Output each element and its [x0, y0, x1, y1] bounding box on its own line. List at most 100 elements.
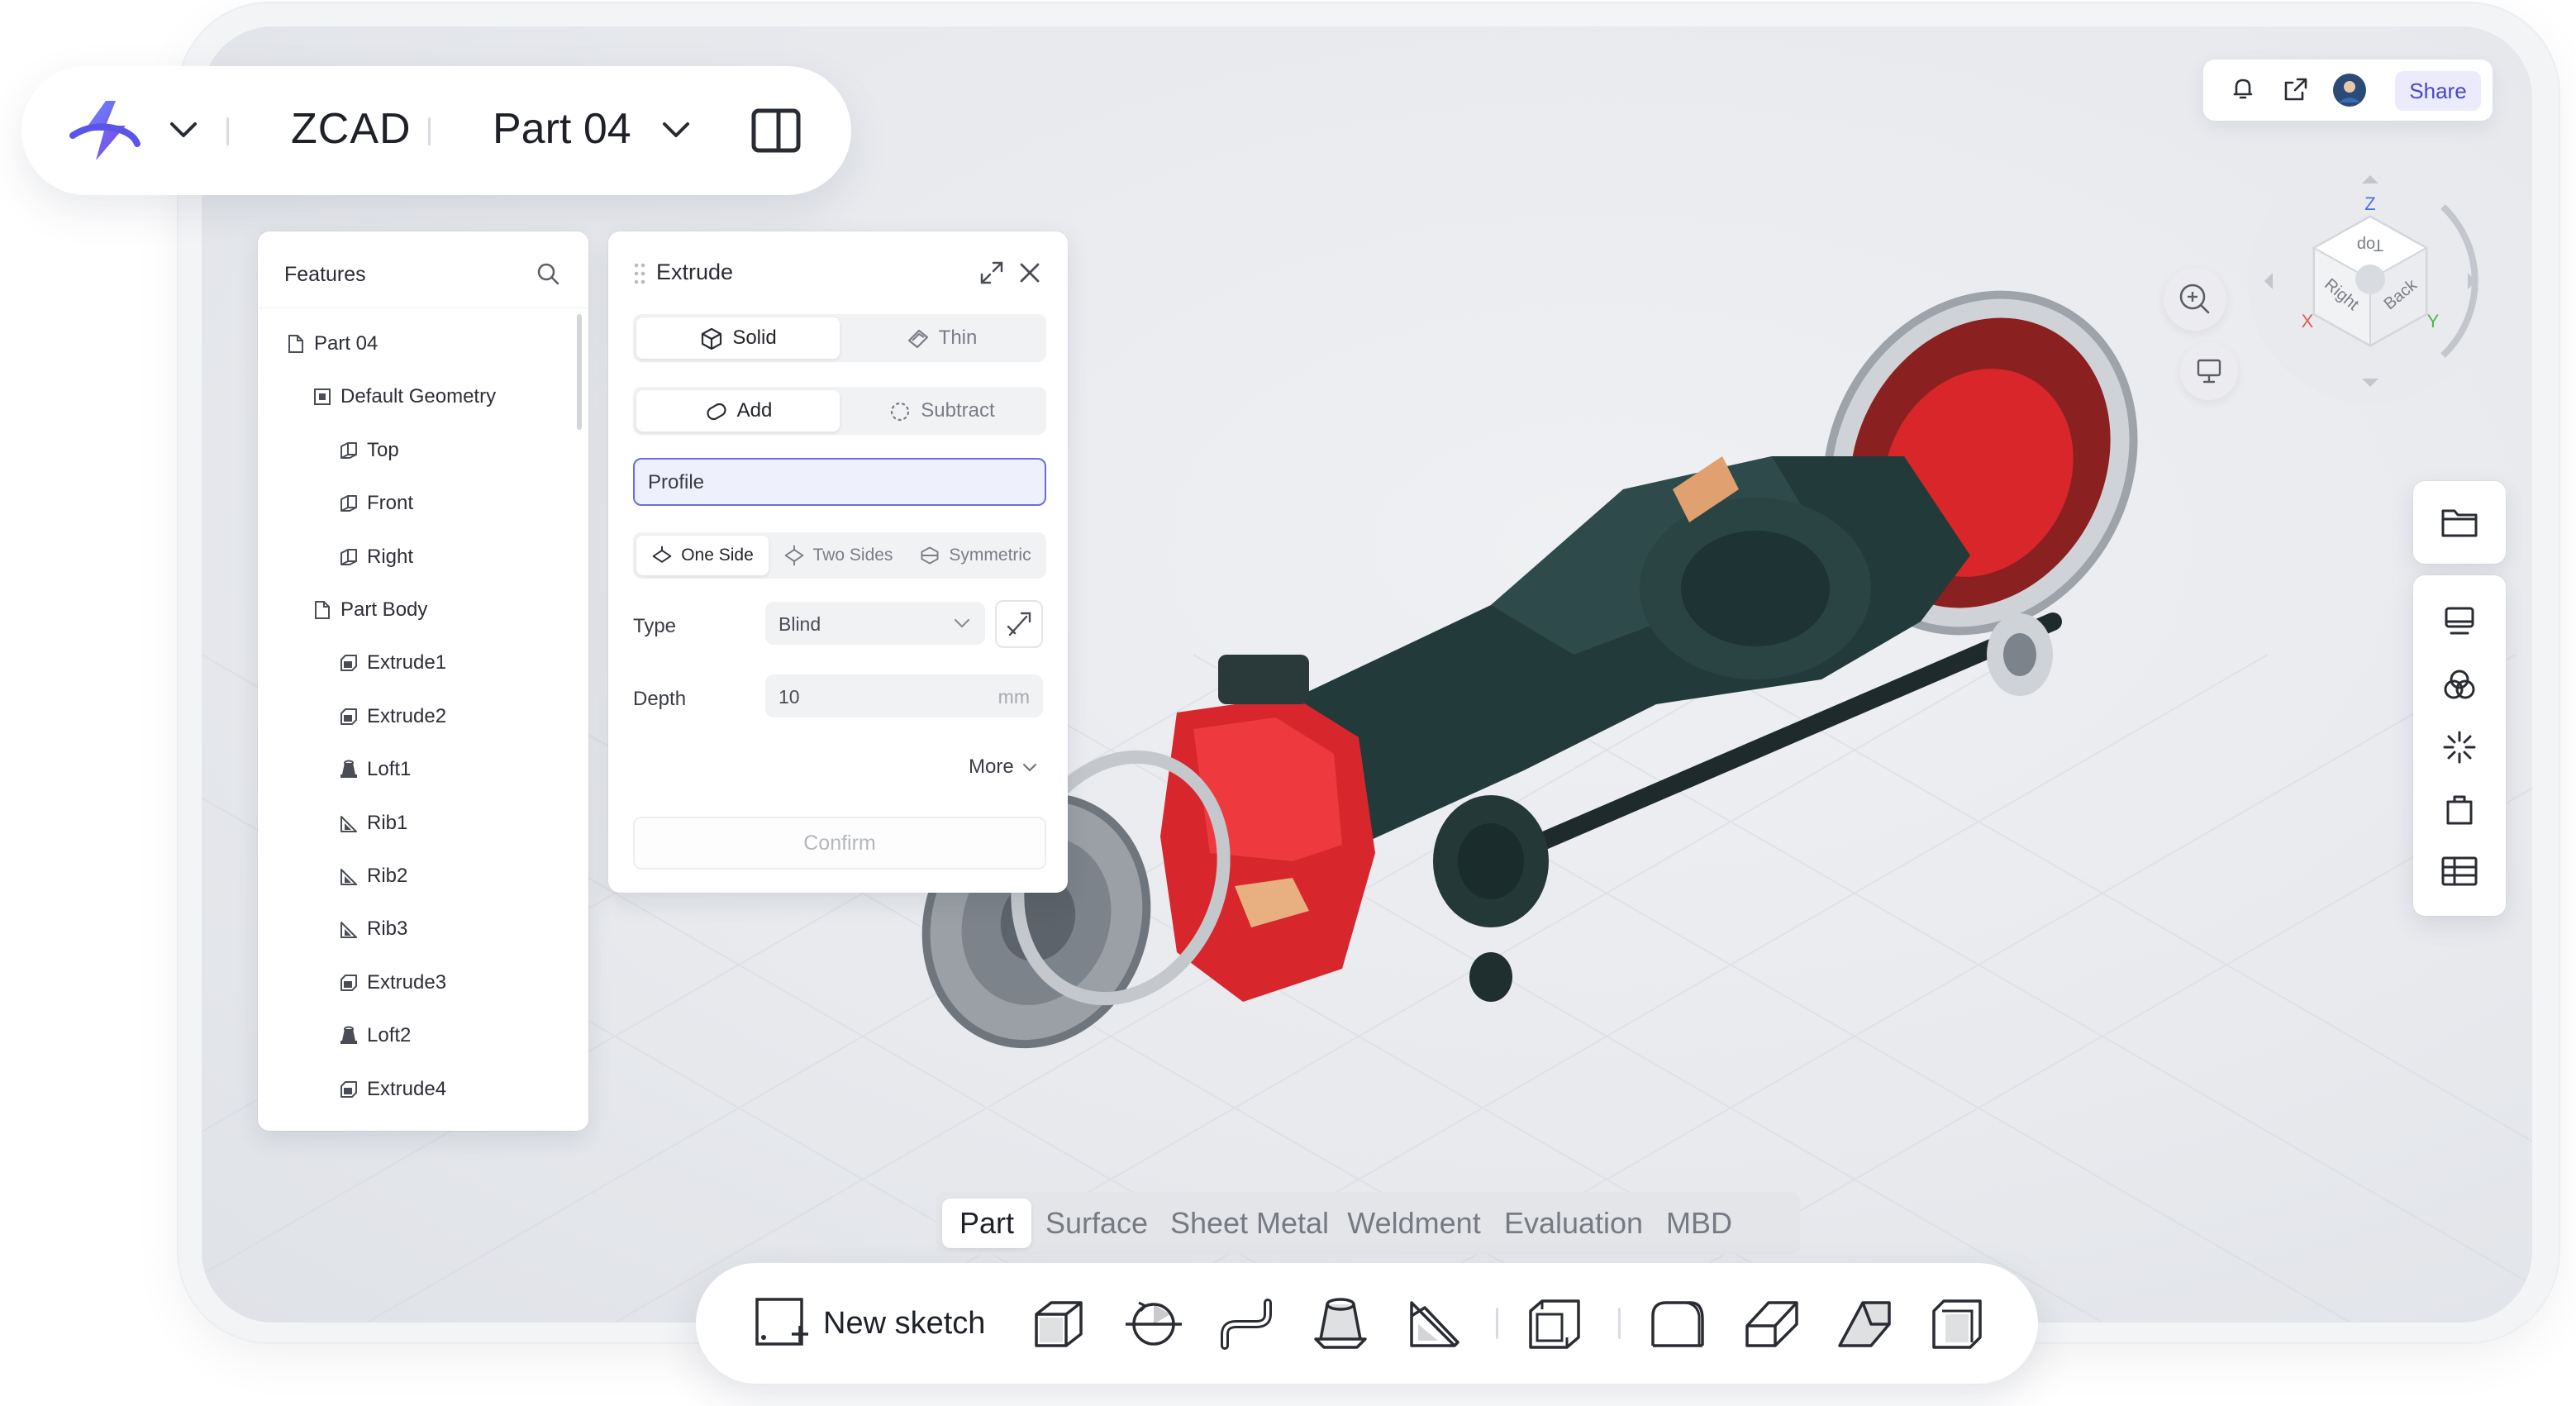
table-icon[interactable]	[2438, 851, 2481, 891]
shell-tool-icon[interactable]	[1522, 1291, 1588, 1357]
direction-symmetric-option[interactable]: Symmetric	[907, 536, 1043, 575]
zcad-logo-icon[interactable]	[68, 98, 142, 164]
right-panel-tools	[2413, 575, 2506, 916]
tab-part[interactable]: Part	[942, 1199, 1031, 1248]
tree-item[interactable]: Top	[337, 434, 399, 467]
more-options-toggle[interactable]: More	[969, 755, 1039, 779]
fillet-tool-icon[interactable]	[1645, 1291, 1711, 1357]
rib-tool-icon[interactable]	[1400, 1291, 1466, 1357]
tree-item-label: Part Body	[340, 598, 428, 621]
document-chevron-down-icon[interactable]	[659, 114, 693, 147]
lighting-icon[interactable]	[2440, 727, 2479, 767]
search-icon[interactable]	[536, 261, 560, 286]
tab-weldment[interactable]: Weldment	[1339, 1199, 1489, 1248]
pick-direction-button[interactable]	[995, 600, 1043, 648]
avatar[interactable]	[2332, 73, 2367, 107]
display-mode-button[interactable]	[2180, 342, 2238, 400]
zoom-button[interactable]	[2164, 268, 2226, 331]
right-panel-files	[2413, 481, 2506, 564]
rib-icon	[340, 922, 357, 939]
extrude-panel: Extrude Solid Thin Add Subtract Profile	[608, 231, 1068, 893]
type-label: Type	[633, 615, 677, 637]
view-cube-face-top[interactable]: Top	[2357, 236, 2383, 254]
confirm-button[interactable]: Confirm	[633, 817, 1046, 870]
extrude-title: Extrude	[656, 260, 734, 284]
view-cube[interactable]: Top Right Back Z X Y	[2246, 157, 2494, 405]
tree-item[interactable]: Rib2	[337, 860, 407, 893]
bell-icon[interactable]	[2228, 74, 2258, 104]
tree-item[interactable]: Part Body	[311, 593, 427, 627]
tree-item[interactable]: Rib3	[337, 913, 407, 946]
loft-icon	[340, 760, 357, 779]
type-select[interactable]: Blind	[765, 602, 985, 645]
direction-two-sides-option[interactable]: Two Sides	[772, 536, 904, 575]
open-external-icon[interactable]	[2281, 74, 2311, 104]
operation-subtract-option[interactable]: Subtract	[840, 390, 1043, 431]
draft-tool-icon[interactable]	[1831, 1291, 1897, 1357]
tab-evaluation[interactable]: Evaluation	[1493, 1199, 1655, 1248]
tree-item[interactable]: Part 04	[284, 327, 378, 360]
sweep-tool-icon[interactable]	[1213, 1291, 1279, 1357]
tree-item[interactable]: Rib1	[337, 807, 407, 840]
document-title[interactable]: Part 04	[493, 104, 631, 154]
plane-icon	[340, 548, 357, 565]
direction-segmented-control: One Side Two Sides Symmetric	[633, 532, 1046, 579]
operation-segmented-control: Add Subtract	[633, 387, 1046, 435]
plane-icon	[340, 495, 357, 512]
revolve-tool-icon[interactable]	[1121, 1291, 1187, 1357]
tree-item[interactable]: Right	[337, 541, 413, 574]
tree-item[interactable]: Extrude4	[337, 1073, 446, 1106]
mode-thin-label: Thin	[938, 326, 978, 349]
axis-x-label: X	[2302, 311, 2314, 331]
thicken-tool-icon[interactable]	[1924, 1291, 1990, 1357]
toolbar-separator	[1496, 1308, 1498, 1339]
subtract-shape-icon	[891, 402, 910, 422]
profile-label: Profile	[648, 471, 705, 493]
drag-handle-icon[interactable]	[633, 261, 646, 286]
tree-item-label: Rib1	[367, 811, 408, 834]
operation-add-label: Add	[736, 399, 773, 422]
tab-sheet-metal[interactable]: Sheet Metal	[1164, 1199, 1336, 1248]
chevron-down-icon[interactable]	[167, 114, 200, 147]
close-icon[interactable]	[1017, 260, 1043, 286]
bag-icon[interactable]	[2440, 789, 2479, 828]
share-button[interactable]: Share	[2395, 71, 2481, 111]
tree-item[interactable]: Extrude1	[337, 646, 446, 679]
tree-item[interactable]: Extrude2	[337, 700, 446, 733]
tree-item[interactable]: Default Geometry	[311, 380, 496, 413]
direction-one-side-label: One Side	[681, 546, 754, 565]
tree-item[interactable]: Loft1	[337, 753, 411, 786]
tree-item[interactable]: Extrude3	[337, 966, 446, 999]
tree-item[interactable]: Loft2	[337, 1019, 411, 1052]
profile-selection-field[interactable]: Profile	[633, 458, 1046, 506]
appearance-icon[interactable]	[2440, 665, 2479, 704]
tree-item-label: Loft2	[367, 1024, 412, 1047]
mode-thin-option[interactable]: Thin	[840, 317, 1043, 359]
one-side-icon	[652, 546, 672, 563]
features-panel: Features Part 04 Default Geometry Top Front…	[258, 231, 588, 1131]
toggle-panel-icon[interactable]	[750, 107, 802, 154]
header-separator	[226, 117, 229, 145]
header-separator	[428, 117, 431, 145]
loft-icon	[340, 1026, 357, 1045]
tree-item[interactable]: Front	[337, 487, 413, 520]
new-sketch-button[interactable]: New sketch	[823, 1306, 985, 1342]
direction-one-side-option[interactable]: One Side	[636, 536, 769, 575]
folder-icon[interactable]	[2438, 503, 2481, 542]
tab-surface[interactable]: Surface	[1035, 1199, 1159, 1248]
depth-input[interactable]: 10 mm	[765, 674, 1043, 717]
display-settings-icon[interactable]	[2440, 602, 2479, 641]
extrude-tool-icon[interactable]	[1026, 1291, 1093, 1357]
mode-solid-label: Solid	[732, 326, 777, 349]
tree-item-label: Default Geometry	[340, 385, 497, 408]
tab-mbd[interactable]: MBD	[1658, 1199, 1740, 1248]
new-sketch-icon[interactable]	[750, 1291, 817, 1357]
plane-icon	[340, 441, 357, 459]
axis-z-label: Z	[2364, 193, 2375, 214]
mode-solid-option[interactable]: Solid	[636, 317, 840, 359]
chamfer-tool-icon[interactable]	[1739, 1291, 1805, 1357]
loft-tool-icon[interactable]	[1307, 1291, 1374, 1357]
expand-icon[interactable]	[978, 260, 1005, 286]
operation-add-option[interactable]: Add	[636, 390, 840, 431]
tree-scrollbar[interactable]	[577, 314, 582, 430]
